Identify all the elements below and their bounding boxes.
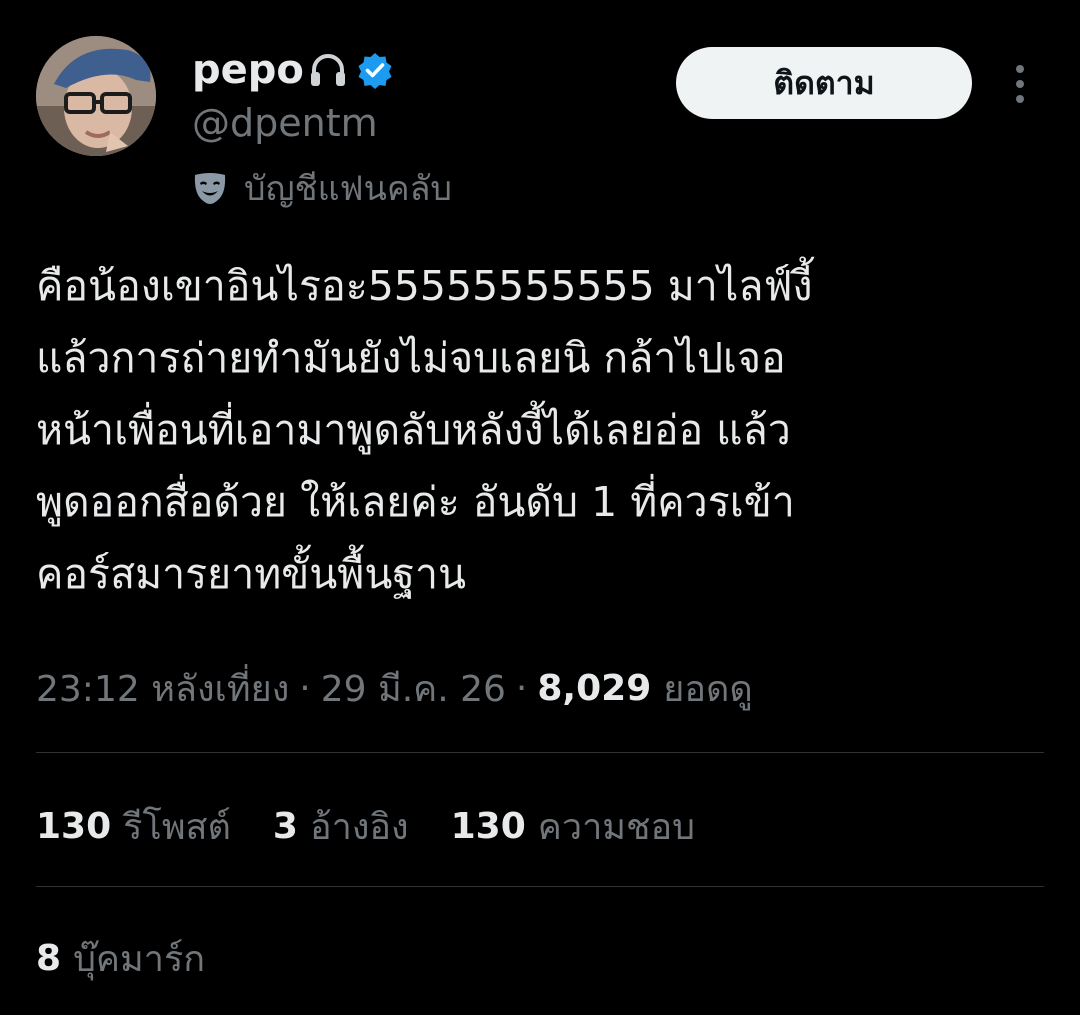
tweet-text-line: คือน้องเขาอินไรอะ55555555555 มาไลฟ์งี้ bbox=[36, 262, 813, 310]
likes-stat[interactable]: 130 ความชอบ bbox=[451, 798, 695, 855]
bookmarks-stat[interactable]: 8 บุ๊คมาร์ก bbox=[36, 930, 247, 986]
engagement-stats: 130 รีโพสต์ 3 อ้างอิง 130 ความชอบ bbox=[36, 798, 737, 854]
display-name[interactable]: pepo bbox=[192, 50, 304, 90]
meta-separator: · bbox=[299, 667, 311, 709]
reposts-count: 130 bbox=[36, 805, 112, 847]
verified-badge-icon[interactable] bbox=[356, 51, 394, 89]
tweet-text-line: พูดออกสื่อด้วย ให้เลยค่ะ อันดับ 1 ที่ควร… bbox=[36, 478, 795, 526]
fanclub-label: บัญชีแฟนคลับ bbox=[244, 169, 453, 209]
quotes-label: อ้างอิง bbox=[309, 806, 409, 848]
tweet-date[interactable]: 29 มี.ค. 26 bbox=[321, 660, 506, 717]
meta-separator: · bbox=[515, 667, 528, 709]
tweet-time[interactable]: 23:12 หลังเที่ยง bbox=[36, 660, 289, 717]
mask-icon bbox=[192, 170, 228, 206]
reposts-stat[interactable]: 130 รีโพสต์ bbox=[36, 798, 231, 855]
divider bbox=[36, 886, 1044, 887]
tweet-text-line: แล้วการถ่ายทำมันยังไม่จบเลยนิ กล้าไปเจอ bbox=[36, 334, 786, 382]
more-vertical-icon[interactable] bbox=[1004, 62, 1036, 106]
fanclub-badge: บัญชีแฟนคลับ bbox=[192, 164, 452, 212]
divider bbox=[36, 752, 1044, 753]
quotes-stat[interactable]: 3 อ้างอิง bbox=[273, 798, 409, 855]
likes-label: ความชอบ bbox=[537, 806, 695, 848]
tweet-text-line: หน้าเพื่อนที่เอามาพูดลับหลังงี้ได้เลยอ่อ… bbox=[36, 406, 791, 454]
bookmarks-stat-inner[interactable]: 8 บุ๊คมาร์ก bbox=[36, 930, 205, 987]
views-count: 8,029 bbox=[537, 667, 652, 709]
follow-button[interactable]: ติดตาม bbox=[676, 47, 972, 119]
likes-count: 130 bbox=[450, 805, 526, 847]
headphone-icon bbox=[308, 50, 348, 90]
views-label: ยอดดู bbox=[663, 668, 753, 710]
avatar-image bbox=[36, 36, 156, 156]
tweet-meta: 23:12 หลังเที่ยง · 29 มี.ค. 26 · 8,029 ย… bbox=[36, 660, 753, 716]
user-handle[interactable]: @dpentm bbox=[192, 98, 378, 148]
tweet-text: คือน้องเขาอินไรอะ55555555555 มาไลฟ์งี้ แ… bbox=[36, 250, 1036, 610]
tweet-text-line: คอร์สมารยาทขั้นพื้นฐาน bbox=[36, 550, 467, 598]
avatar[interactable] bbox=[36, 36, 156, 156]
bookmarks-count: 8 bbox=[36, 937, 62, 979]
quotes-count: 3 bbox=[272, 805, 298, 847]
bookmarks-label: บุ๊คมาร์ก bbox=[73, 938, 206, 980]
display-name-row: pepo bbox=[192, 40, 394, 100]
reposts-label: รีโพสต์ bbox=[123, 806, 231, 848]
